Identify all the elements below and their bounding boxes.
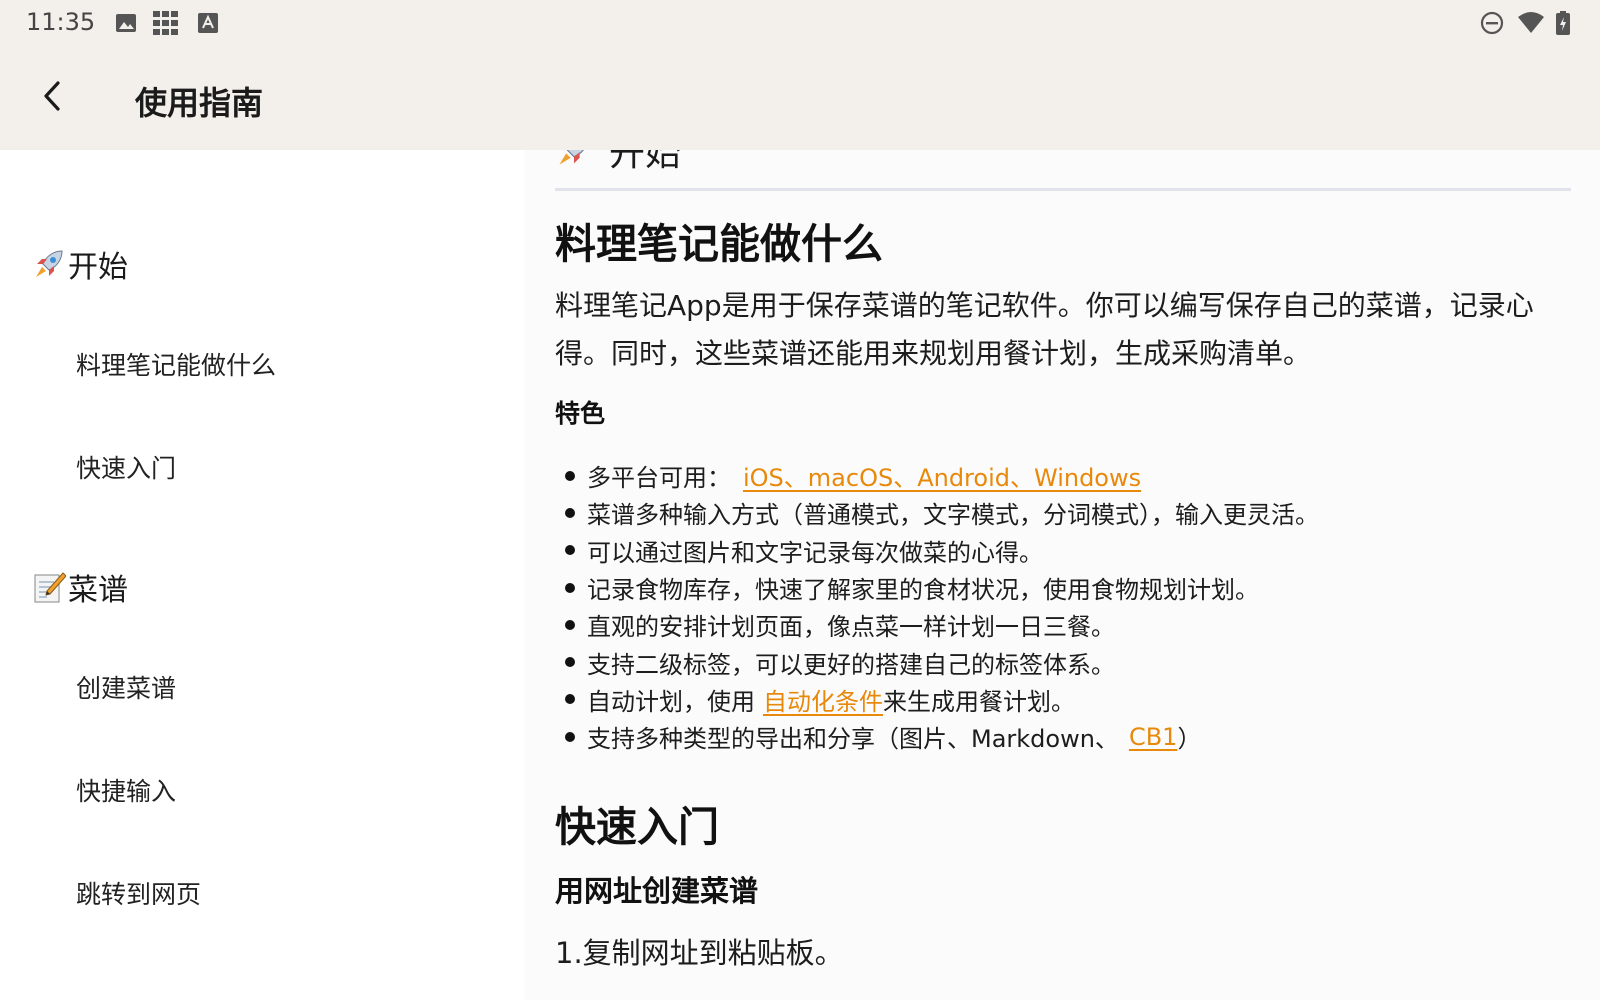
feature-text: 支持多种类型的导出和分享（图片、Markdown、 xyxy=(587,725,1119,754)
feature-text: 直观的安排计划页面，像点菜一样计划一日三餐。 xyxy=(587,613,1115,642)
feature-text: 菜谱多种输入方式（普通模式，文字模式，分词模式），输入更灵活。 xyxy=(587,501,1319,530)
list-item: 支持二级标签，可以更好的搭建自己的标签体系。 xyxy=(555,643,1575,680)
platforms-link[interactable]: iOS、macOS、Android、Windows xyxy=(743,458,1141,493)
automation-conditions-link[interactable]: 自动化条件 xyxy=(763,682,883,717)
toc-item-create-recipe[interactable]: 创建菜谱 xyxy=(76,669,176,705)
list-item: 自动计划，使用 自动化条件 来生成用餐计划。 xyxy=(555,681,1575,718)
rocket-icon xyxy=(555,150,593,169)
toc-section-label: 开始 xyxy=(68,250,128,285)
text-a-icon xyxy=(198,11,218,35)
wifi-icon xyxy=(1517,11,1545,35)
toc-section-label: 菜谱 xyxy=(68,573,128,608)
guide-content[interactable]: 开始 料理笔记能做什么 料理笔记App是用于保存菜谱的笔记软件。你可以编写保存自… xyxy=(525,150,1600,1000)
list-item: 记录食物库存，快速了解家里的食材状况，使用食物规划计划。 xyxy=(555,569,1575,606)
feature-text: 来生成用餐计划。 xyxy=(883,687,1075,716)
section-title-what-can-it-do: 料理笔记能做什么 xyxy=(555,220,883,268)
list-item: 支持多种类型的导出和分享（图片、Markdown、 CB1 ） xyxy=(555,718,1575,755)
toc-item-quick-start[interactable]: 快速入门 xyxy=(76,449,176,485)
bullet xyxy=(565,507,575,518)
divider xyxy=(555,188,1571,191)
toc-item-jump-to-web[interactable]: 跳转到网页 xyxy=(76,875,201,911)
bullet xyxy=(565,657,575,668)
bullet xyxy=(565,582,575,593)
list-item: 直观的安排计划页面，像点菜一样计划一日三餐。 xyxy=(555,606,1575,643)
cb1-link[interactable]: CB1 xyxy=(1129,723,1178,751)
list-item: 可以通过图片和文字记录每次做菜的心得。 xyxy=(555,532,1575,569)
intro-paragraph: 料理笔记App是用于保存菜谱的笔记软件。你可以编写保存自己的菜谱，记录心得。同时… xyxy=(555,289,1534,370)
bullet xyxy=(565,731,575,742)
back-button[interactable] xyxy=(30,76,74,120)
battery-icon xyxy=(1556,11,1570,35)
bullet xyxy=(565,694,575,705)
table-of-contents: 开始 料理笔记能做什么 快速入门 菜谱 创建菜谱 快捷输入 跳转到网页 xyxy=(0,150,525,1000)
bullet xyxy=(565,545,575,556)
app-bar: 使用指南 xyxy=(0,46,1600,150)
step-text: 1.复制网址到粘贴板。 xyxy=(555,936,844,970)
image-icon xyxy=(115,11,137,35)
feature-text: 多平台可用： xyxy=(587,464,731,493)
section-heading-text: 开始 xyxy=(609,150,682,174)
section-heading-start-partial: 开始 xyxy=(555,150,681,176)
bullet xyxy=(565,470,575,481)
rocket-icon xyxy=(32,247,66,281)
section-title-quick-start: 快速入门 xyxy=(555,803,719,851)
subsection-title-create-from-url: 用网址创建菜谱 xyxy=(555,874,759,908)
list-item: 多平台可用： iOS、macOS、Android、Windows xyxy=(555,457,1575,494)
do-not-disturb-icon xyxy=(1480,11,1504,35)
toc-item-quick-input[interactable]: 快捷输入 xyxy=(76,772,176,808)
status-time: 11:35 xyxy=(26,8,96,36)
toc-section-recipes[interactable]: 菜谱 xyxy=(32,565,128,609)
chevron-left-icon xyxy=(43,81,61,115)
page-title: 使用指南 xyxy=(135,84,264,122)
feature-text: 自动计划，使用 xyxy=(587,687,755,716)
feature-text: 支持二级标签，可以更好的搭建自己的标签体系。 xyxy=(587,650,1115,679)
memo-icon xyxy=(32,570,67,604)
bullet xyxy=(565,619,575,630)
feature-text: ） xyxy=(1177,725,1202,754)
grid-icon xyxy=(153,11,179,35)
toc-item-what-can-it-do[interactable]: 料理笔记能做什么 xyxy=(76,346,276,382)
features-list: 多平台可用： iOS、macOS、Android、Windows 菜谱多种输入方… xyxy=(555,457,1575,755)
toc-section-start[interactable]: 开始 xyxy=(32,242,128,286)
features-heading: 特色 xyxy=(555,399,606,428)
feature-text: 记录食物库存，快速了解家里的食材状况，使用食物规划计划。 xyxy=(587,576,1259,605)
feature-text: 可以通过图片和文字记录每次做菜的心得。 xyxy=(587,538,1043,567)
status-bar: 11:35 xyxy=(0,0,1600,46)
list-item: 菜谱多种输入方式（普通模式，文字模式，分词模式），输入更灵活。 xyxy=(555,494,1575,531)
